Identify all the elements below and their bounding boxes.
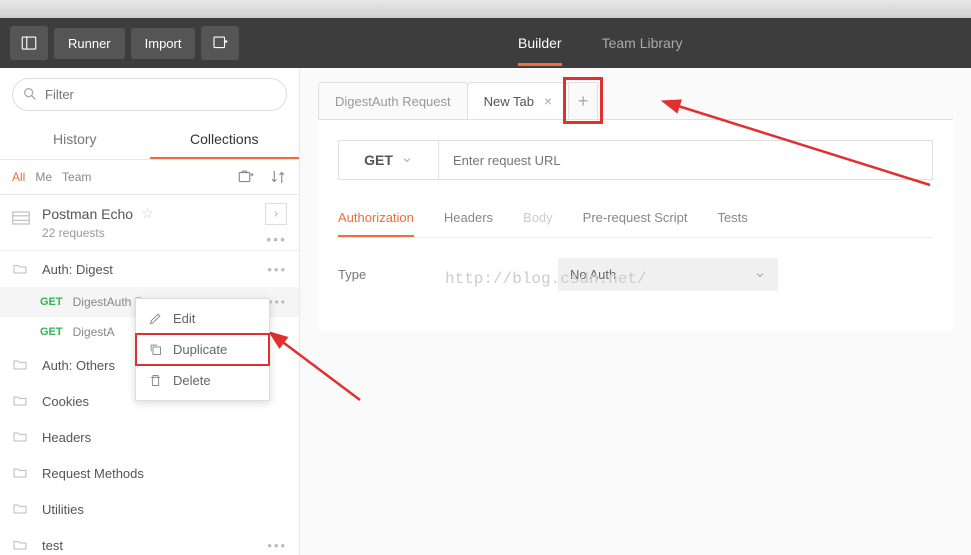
ctx-duplicate[interactable]: Duplicate [136,334,269,365]
auth-type-value: No Auth [570,267,616,282]
add-collection-icon[interactable] [237,168,255,186]
chevron-down-icon [401,154,413,166]
scope-team[interactable]: Team [62,170,91,184]
folder-label: Utilities [42,502,84,517]
search-icon [22,86,38,102]
folder-label: test [42,538,63,553]
folder-auth-digest[interactable]: Auth: Digest ••• [0,251,299,287]
request-label: DigestA [73,325,115,339]
folder-open-icon [12,537,28,553]
url-input[interactable] [439,141,932,179]
folder-label: Request Methods [42,466,144,481]
runner-button[interactable]: Runner [54,28,125,59]
tab-label: New Tab [484,94,534,109]
sidebar-toggle-icon[interactable] [10,26,48,60]
method-select[interactable]: GET [339,141,439,179]
scope-all[interactable]: All [12,170,25,184]
req-tab-prerequest[interactable]: Pre-request Script [583,200,688,237]
req-tab-tests[interactable]: Tests [717,200,747,237]
tab-team-library[interactable]: Team Library [602,20,683,66]
method-badge: GET [40,326,63,338]
folder-headers[interactable]: Headers [0,419,299,455]
folder-label: Auth: Digest [42,262,113,277]
method-value: GET [364,152,393,168]
tab-digestauth-request[interactable]: DigestAuth Request [318,82,468,119]
pencil-icon [148,311,163,326]
ctx-edit[interactable]: Edit [136,303,269,334]
tab-builder[interactable]: Builder [518,20,562,66]
method-badge: GET [40,296,63,308]
ctx-label: Duplicate [173,342,227,357]
new-window-icon[interactable] [201,26,239,60]
import-button[interactable]: Import [131,28,196,59]
tab-new-tab[interactable]: New Tab × [467,82,570,119]
folder-utilities[interactable]: Utilities [0,491,299,527]
app-header: Runner Import Builder Team Library [0,18,971,68]
folder-request-methods[interactable]: Request Methods [0,455,299,491]
context-menu: Edit Duplicate Delete [135,298,270,401]
scope-me[interactable]: Me [35,170,52,184]
ctx-label: Delete [173,373,211,388]
folder-open-icon [12,261,28,277]
ctx-label: Edit [173,311,195,326]
folder-more-icon[interactable]: ••• [267,538,287,553]
folder-label: Auth: Others [42,358,115,373]
collection-name: Postman Echo [42,206,133,222]
collection-icon [12,211,30,225]
browser-chrome-top [0,0,971,18]
folder-label: Cookies [42,394,89,409]
req-tab-headers[interactable]: Headers [444,200,493,237]
req-tab-authorization[interactable]: Authorization [338,200,414,237]
sidebar-tab-history[interactable]: History [0,121,150,159]
close-icon[interactable]: × [544,93,552,109]
collection-postman-echo[interactable]: Postman Echo ☆ 22 requests ••• [0,195,299,251]
collection-count: 22 requests [42,226,287,240]
auth-type-label: Type [338,267,558,282]
ctx-delete[interactable]: Delete [136,365,269,396]
star-icon[interactable]: ☆ [141,205,154,222]
tab-label: DigestAuth Request [335,94,451,109]
sidebar-tab-collections[interactable]: Collections [150,121,300,159]
folder-test[interactable]: test ••• [0,527,299,555]
chevron-right-icon[interactable] [265,203,287,225]
folder-more-icon[interactable]: ••• [267,262,287,277]
request-more-icon[interactable]: ••• [268,295,287,309]
chevron-down-icon [754,269,766,281]
folder-icon [12,465,28,481]
sort-icon[interactable] [269,168,287,186]
trash-icon [148,373,163,388]
folder-icon [12,393,28,409]
new-tab-button[interactable]: + [568,82,598,119]
folder-label: Headers [42,430,91,445]
content-area: DigestAuth Request New Tab × + GET Autho… [300,68,971,555]
folder-icon [12,357,28,373]
folder-icon [12,501,28,517]
collection-more-icon[interactable]: ••• [266,231,287,247]
duplicate-icon [148,342,163,357]
req-tab-body[interactable]: Body [523,200,553,237]
folder-icon [12,429,28,445]
filter-input[interactable] [12,78,287,111]
auth-type-select[interactable]: No Auth [558,258,778,291]
